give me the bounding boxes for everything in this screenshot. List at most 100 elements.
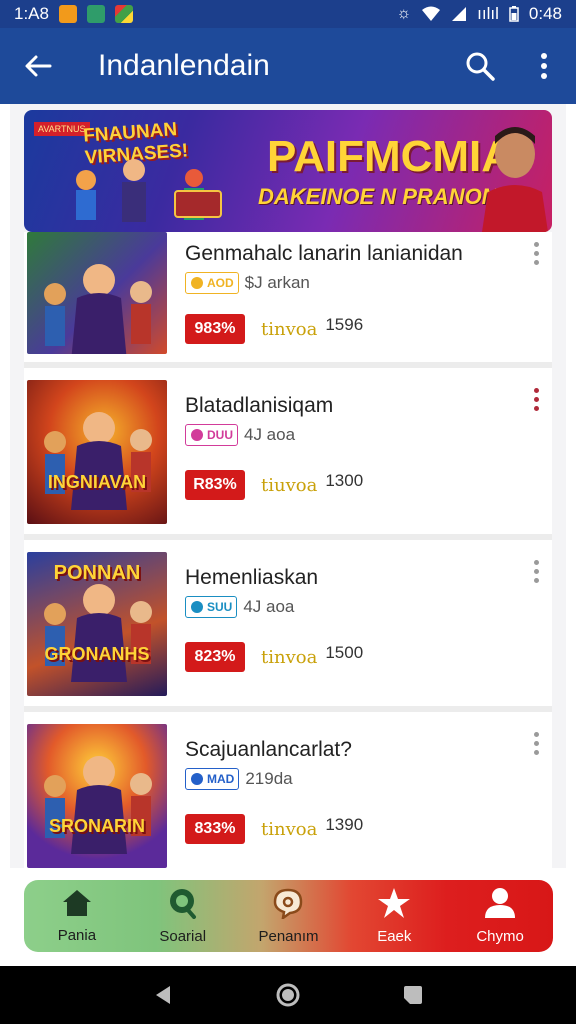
list-item[interactable]: PONNAN GRONANHS Hemenliaskan SUU 4J aoa 823% t… (24, 540, 552, 712)
discount-badge: 833% (185, 814, 245, 844)
stat-label: tinvoa (261, 318, 318, 340)
hero-art (44, 412, 152, 510)
item-title[interactable]: Genmahalc lanarin lanianidan (185, 242, 463, 266)
brand-badge-text: SUU (207, 600, 233, 614)
brand-logo-icon (191, 429, 203, 441)
stat-count: 1596 (325, 315, 364, 334)
item-title[interactable]: Hemenliaskan (185, 566, 318, 590)
search-icon (466, 52, 495, 81)
nav-item-label: Soarial (159, 928, 207, 945)
brand-badge: AOD (185, 272, 239, 294)
list-item[interactable]: INGNIAVAN Blatadlanisiqam DUU 4J aoa R83% tiu… (24, 368, 552, 540)
item-title[interactable]: Scajuanlancarlat? (185, 738, 352, 762)
banner-subtitle: DAKEINOE N PRANONI! (258, 184, 512, 209)
star-icon (377, 887, 411, 924)
app-bar: Indanlendain (0, 28, 576, 104)
brand-logo-icon (191, 773, 203, 785)
nav-item-star[interactable]: Eaek (341, 880, 447, 952)
home-icon (61, 888, 93, 923)
signal-text: ıılıl (477, 4, 499, 23)
treasure-chest-illustration (174, 190, 222, 218)
more-vert-icon (541, 53, 547, 79)
page-title: Indanlendain (98, 49, 270, 82)
wifi-icon (422, 6, 441, 21)
thumb-top-text: PONNAN (53, 562, 141, 584)
brand-logo-icon (191, 601, 203, 613)
item-meta: SUU 4J aoa (185, 596, 294, 618)
item-more-button[interactable] (526, 236, 546, 270)
system-recents-button[interactable] (393, 975, 433, 1015)
thumb-title: INGNIAVAN (47, 472, 147, 492)
brand-badge-text: AOD (207, 276, 234, 290)
brand-badge: SUU (185, 596, 238, 618)
item-thumbnail[interactable]: SRONARIN (27, 724, 167, 868)
bottom-navigation: Pania Soarial Penanım Eaek Chymo (24, 880, 553, 952)
item-more-button[interactable] (526, 726, 546, 760)
search-icon (167, 887, 199, 924)
notification-app-icon (114, 5, 133, 23)
nav-item-search[interactable]: Soarial (130, 880, 236, 952)
item-thumbnail[interactable]: PONNAN GRONANHS (27, 552, 167, 696)
list-item[interactable]: Genmahalc lanarin lanianidan AOD $J arkan 9… (24, 232, 552, 368)
list-item[interactable]: SRONARIN Scajuanlancarlat? MAD 219da 833% tin… (24, 712, 552, 868)
nav-item-label: Chymo (476, 928, 524, 945)
thumb-title: GRONANHS (44, 644, 150, 664)
item-thumbnail[interactable] (27, 232, 167, 354)
promo-banner[interactable]: AVARTNUS FNAUNAN VIRNASES! PAIFMCMIA DAK… (24, 110, 552, 232)
brand-badge: DUU (185, 424, 238, 446)
brand-logo-icon (191, 277, 203, 289)
stat-count: 1500 (325, 643, 364, 662)
thumb-title: SRONARIN (48, 816, 145, 836)
item-meta-text: 4J aoa (244, 425, 296, 444)
nav-item-label: Penanım (258, 928, 319, 945)
system-home-button[interactable] (268, 975, 308, 1015)
person-icon (483, 887, 517, 924)
item-thumbnail[interactable]: INGNIAVAN (27, 380, 167, 524)
item-meta-text: $J arkan (244, 273, 310, 292)
circle-home-icon (276, 983, 300, 1007)
item-list: Genmahalc lanarin lanianidan AOD $J arkan 9… (24, 232, 552, 868)
brand-badge: MAD (185, 768, 240, 790)
settings-status-icon: ☼ (396, 5, 412, 22)
item-stats: 983% tinvoa 1596 (185, 314, 363, 344)
item-meta-text: 4J aoa (243, 597, 295, 616)
item-more-button[interactable] (526, 382, 546, 416)
item-stats: R83% tiuvoa 1300 (185, 470, 363, 500)
cell-signal-icon (452, 7, 467, 21)
content-area[interactable]: AVARTNUS FNAUNAN VIRNASES! PAIFMCMIA DAK… (10, 104, 566, 868)
item-more-button[interactable] (526, 554, 546, 588)
item-title[interactable]: Blatadlanisiqam (185, 394, 333, 418)
stat-count: 1390 (325, 815, 364, 834)
system-navigation-bar (0, 966, 576, 1024)
status-time-left: 1:A8 (14, 4, 49, 23)
triangle-back-icon (155, 986, 170, 1004)
search-button[interactable] (448, 28, 512, 104)
nav-item-person[interactable]: Chymo (447, 880, 553, 952)
item-stats: 833% tinvoa 1390 (185, 814, 363, 844)
nav-item-home[interactable]: Pania (24, 880, 130, 952)
stat-label: tiuvoa (261, 474, 318, 496)
banner-person-illustration (482, 127, 548, 232)
item-meta: AOD $J arkan (185, 272, 310, 294)
back-button[interactable] (0, 28, 76, 104)
brand-badge-text: MAD (207, 772, 235, 786)
more-vert-icon (533, 241, 539, 247)
nav-item-label: Pania (57, 927, 97, 944)
status-time-right: 0:48 (528, 4, 562, 23)
nav-item-label: Eaek (377, 928, 412, 945)
hero-art (44, 756, 152, 854)
chat-icon (272, 887, 304, 924)
notification-app-icon (58, 5, 77, 23)
banner-tag: AVARTNUS (34, 122, 90, 136)
notification-app-icon (86, 5, 105, 23)
stat-label: tinvoa (261, 818, 318, 840)
hero-art (44, 264, 152, 354)
brand-badge-text: DUU (207, 428, 233, 442)
overflow-menu-button[interactable] (512, 28, 576, 104)
system-back-button[interactable] (143, 975, 183, 1015)
item-meta: MAD 219da (185, 768, 293, 790)
nav-item-chat[interactable]: Penanım (236, 880, 342, 952)
discount-badge: R83% (185, 470, 245, 500)
item-stats: 823% tinvoa 1500 (185, 642, 363, 672)
stat-label: tinvoa (261, 646, 318, 668)
